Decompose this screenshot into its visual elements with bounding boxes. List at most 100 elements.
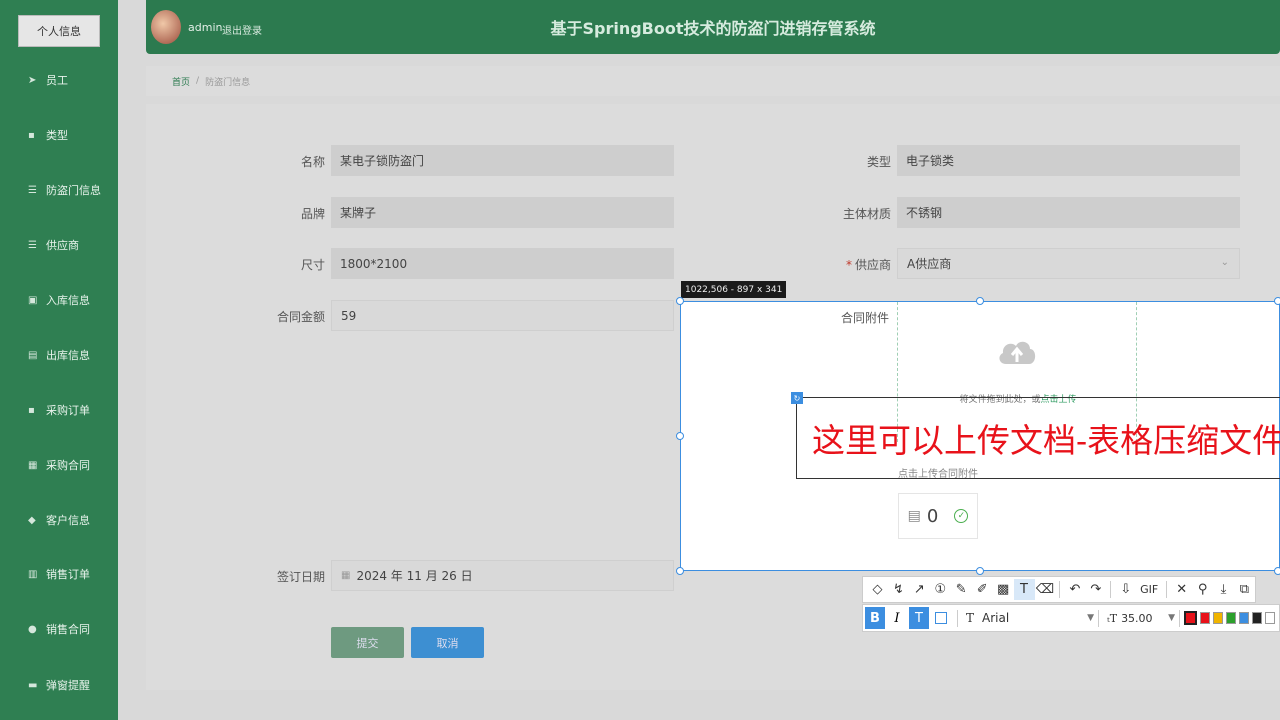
- breadcrumb-separator: /: [196, 76, 200, 86]
- breadcrumb: 首页 / 防盗门信息: [146, 66, 1280, 96]
- toolbar-divider: [1059, 581, 1061, 598]
- fill-toggle[interactable]: [931, 607, 951, 629]
- italic-button[interactable]: I: [887, 607, 907, 629]
- list-icon: ☰: [28, 239, 37, 251]
- sidebar-item-10[interactable]: ● 销售合同: [0, 614, 118, 644]
- resize-handle-br[interactable]: [1274, 567, 1280, 575]
- sidebar-item-label: 销售订单: [46, 568, 90, 581]
- color-swatch[interactable]: [1213, 612, 1223, 624]
- calendar-icon: ▦: [341, 570, 351, 581]
- type-label: 类型: [866, 155, 891, 169]
- sidebar-item-2[interactable]: ☰ 防盗门信息: [0, 175, 118, 205]
- breadcrumb-home[interactable]: 首页: [172, 75, 190, 88]
- sidebar-item-8[interactable]: ◆ 客户信息: [0, 505, 118, 535]
- sidebar-item-3[interactable]: ☰ 供应商: [0, 230, 118, 260]
- amount-field[interactable]: 59: [331, 300, 674, 331]
- resize-handle-bm[interactable]: [976, 567, 984, 575]
- pin-icon[interactable]: ⚲: [1192, 579, 1213, 600]
- rotate-icon[interactable]: ↻: [791, 392, 803, 404]
- resize-handle-bl[interactable]: [676, 567, 684, 575]
- sidebar-item-label: 类型: [46, 129, 68, 142]
- sidebar-item-label: 防盗门信息: [46, 184, 101, 197]
- font-size-icon: ₜT: [1107, 611, 1118, 625]
- copy-icon[interactable]: ⧉: [1234, 579, 1255, 600]
- brand-field[interactable]: 某牌子: [331, 197, 674, 228]
- supplier-label: * 供应商: [771, 256, 891, 273]
- submit-button[interactable]: 提交: [331, 627, 404, 658]
- shape-icon[interactable]: ◇: [867, 579, 888, 600]
- toolbar-divider: [1098, 609, 1099, 627]
- name-label: 名称: [300, 155, 325, 169]
- chevron-down-icon: ⌄: [1220, 257, 1229, 268]
- color-swatch[interactable]: [1252, 612, 1262, 624]
- resize-handle-ml[interactable]: [676, 432, 684, 440]
- gif-button[interactable]: GIF: [1136, 579, 1162, 600]
- sidebar-item-1[interactable]: ▪ 类型: [0, 120, 118, 150]
- font-size-select[interactable]: ₜT 35.00 ▼: [1103, 607, 1175, 629]
- document-icon: ▤: [28, 349, 38, 361]
- color-palette: [1184, 611, 1278, 625]
- sidebar-item-6[interactable]: ▪ 采购订单: [0, 395, 118, 425]
- color-swatch[interactable]: [1239, 612, 1249, 624]
- file-count: 0: [926, 505, 939, 527]
- chevron-down-icon: ▼: [1168, 613, 1175, 623]
- text-tool-icon[interactable]: T: [1013, 579, 1035, 600]
- color-swatch[interactable]: [1226, 612, 1236, 624]
- supplier-select[interactable]: A供应商 ⌄: [897, 248, 1240, 279]
- sidebar-item-4[interactable]: ▣ 入库信息: [0, 285, 118, 315]
- sidebar-item-label: 销售合同: [46, 623, 90, 636]
- resize-handle-tl[interactable]: [676, 297, 684, 305]
- size-label: 尺寸: [300, 258, 325, 272]
- file-item[interactable]: ▤ 0 ✓: [898, 493, 978, 539]
- type-field[interactable]: 电子锁类: [897, 145, 1240, 176]
- mosaic-icon[interactable]: ▩: [993, 579, 1014, 600]
- profile-button[interactable]: 个人信息: [18, 15, 100, 47]
- number-icon[interactable]: ①: [930, 579, 951, 600]
- toolbar-divider: [957, 609, 958, 627]
- font-icon: T: [966, 611, 975, 625]
- size-field[interactable]: 1800*2100: [331, 248, 674, 279]
- bar-chart-icon: ▥: [28, 568, 38, 580]
- cancel-button[interactable]: 取消: [411, 627, 484, 658]
- bold-button[interactable]: B: [865, 607, 885, 629]
- sidebar-item-7[interactable]: ▦ 采购合同: [0, 450, 118, 480]
- marker-icon[interactable]: ✐: [972, 579, 993, 600]
- toolbar-divider: [1110, 581, 1112, 598]
- close-icon[interactable]: ✕: [1171, 579, 1192, 600]
- resize-handle-tr[interactable]: [1274, 297, 1280, 305]
- supplier-value: A供应商: [907, 257, 952, 271]
- eraser-icon[interactable]: ⌫: [1035, 579, 1056, 600]
- arrow-icon[interactable]: ↗: [909, 579, 930, 600]
- pen-icon[interactable]: ✎: [951, 579, 972, 600]
- system-title: 基于SpringBoot技术的防盗门进销存管系统: [550, 19, 876, 38]
- amount-label: 合同金额: [276, 310, 325, 324]
- sidebar-item-0[interactable]: ➤ 员工: [0, 65, 118, 95]
- font-size-value: 35.00: [1121, 611, 1153, 625]
- sidebar-item-9[interactable]: ▥ 销售订单: [0, 559, 118, 589]
- material-field[interactable]: 不锈钢: [897, 197, 1240, 228]
- sidebar-item-label: 客户信息: [46, 514, 90, 527]
- lock-icon: ▣: [28, 294, 38, 306]
- sidebar-item-label: 员工: [46, 74, 68, 87]
- supplier-label-text: 供应商: [854, 258, 891, 272]
- resize-handle-tm[interactable]: [976, 297, 984, 305]
- sidebar-item-5[interactable]: ▤ 出库信息: [0, 340, 118, 370]
- name-field[interactable]: 某电子锁防盗门: [331, 145, 674, 176]
- sign-date-field[interactable]: ▦ 2024 年 11 月 26 日: [331, 560, 674, 591]
- font-name: Arial: [982, 611, 1010, 625]
- font-select[interactable]: T Arial ▼: [962, 607, 1094, 629]
- sign-date-value: 2024 年 11 月 26 日: [356, 569, 473, 583]
- color-swatch[interactable]: [1184, 611, 1197, 625]
- polyline-icon[interactable]: ↯: [888, 579, 909, 600]
- cloud-upload-icon: [999, 341, 1036, 364]
- text-background-icon[interactable]: T: [909, 607, 929, 629]
- undo-icon[interactable]: ↶: [1064, 579, 1085, 600]
- download-icon[interactable]: ⤓: [1213, 579, 1234, 600]
- redo-icon[interactable]: ↷: [1085, 579, 1106, 600]
- folder-icon: ▬: [28, 679, 38, 691]
- color-swatch[interactable]: [1265, 612, 1275, 624]
- color-swatch[interactable]: [1200, 612, 1210, 624]
- sidebar-item-label: 供应商: [46, 239, 79, 252]
- sidebar-item-11[interactable]: ▬ 弹窗提醒: [0, 670, 118, 700]
- scroll-capture-icon[interactable]: ⇩: [1115, 579, 1136, 600]
